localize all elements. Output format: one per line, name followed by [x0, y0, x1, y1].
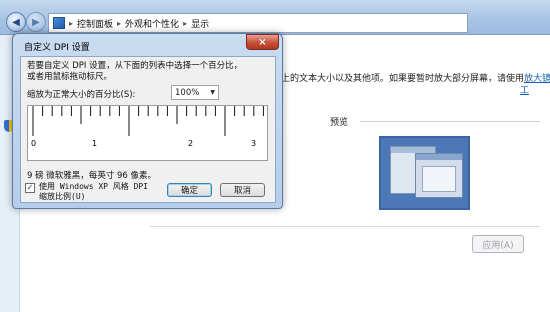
description-line-1: 若要自定义 DPI 设置，从下面的列表中选择一个百分比， — [27, 61, 243, 71]
chevron-down-icon: ▼ — [210, 89, 215, 96]
display-description: 上的文本大小以及其他项。如果要暂时放大部分屏幕，请使用放大镜 — [281, 71, 550, 84]
breadcrumb-separator-icon[interactable]: ▸ — [183, 19, 187, 28]
preview-divider — [360, 121, 540, 122]
ruler-number: 2 — [188, 139, 194, 148]
breadcrumb-display[interactable]: 显示 — [191, 17, 209, 30]
dialog-description: 若要自定义 DPI 设置，从下面的列表中选择一个百分比， 或者用鼠标拖动标尺。 — [27, 61, 257, 83]
custom-dpi-dialog: 自定义 DPI 设置 × 若要自定义 DPI 设置，从下面的列表中选择一个百分比… — [12, 33, 283, 209]
close-icon: × — [258, 36, 267, 48]
scale-percent-dropdown[interactable]: 100% ▼ — [171, 85, 219, 100]
preview-window-front — [415, 153, 463, 198]
ruler-number: 0 — [31, 139, 37, 148]
back-button[interactable]: ◀ — [6, 12, 26, 32]
scale-percent-value: 100% — [175, 87, 200, 98]
checkmark-icon: ✓ — [26, 183, 34, 192]
preview-label: 预览 — [330, 118, 349, 128]
explorer-toolbar: ◀ ▶ ▸ 控制面板 ▸ 外观和个性化 ▸ 显示 — [0, 0, 550, 35]
ruler-number: 1 — [92, 139, 98, 148]
ruler-number: 3 — [251, 139, 257, 148]
dpi-ruler[interactable]: 0 1 2 3 — [27, 105, 268, 161]
ok-button[interactable]: 确定 — [167, 183, 212, 197]
preview-image — [379, 136, 470, 210]
cancel-button[interactable]: 取消 — [220, 183, 265, 197]
dialog-footer: ✓ 使用 Windows XP 风格 DPI 缩放比例(U) 确定 取消 — [20, 180, 276, 206]
breadcrumb-separator-icon[interactable]: ▸ — [69, 19, 73, 28]
magnifier-link-tail[interactable]: 工 — [520, 83, 529, 96]
address-bar[interactable]: ▸ 控制面板 ▸ 外观和个性化 ▸ 显示 — [48, 13, 468, 33]
forward-arrow-icon: ▶ — [32, 16, 40, 28]
display-description-text: 上的文本大小以及其他项。如果要暂时放大部分屏幕，请使用 — [281, 74, 525, 84]
close-button[interactable]: × — [246, 34, 279, 50]
ruler-ticks — [32, 106, 264, 136]
control-panel-icon — [53, 17, 65, 29]
breadcrumb-control-panel[interactable]: 控制面板 — [77, 17, 113, 30]
scale-percent-label: 缩放为正常大小的百分比(S): — [27, 90, 136, 100]
forward-button[interactable]: ▶ — [26, 12, 46, 32]
xp-style-checkbox[interactable]: ✓ — [25, 183, 35, 193]
description-line-2: 或者用鼠标拖动标尺。 — [27, 72, 113, 82]
xp-style-checkbox-label[interactable]: 使用 Windows XP 风格 DPI 缩放比例(U) — [39, 182, 159, 202]
dialog-title: 自定义 DPI 设置 — [24, 43, 90, 53]
breadcrumb-appearance[interactable]: 外观和个性化 — [125, 17, 179, 30]
breadcrumb-separator-icon[interactable]: ▸ — [117, 19, 121, 28]
back-arrow-icon: ◀ — [12, 16, 20, 28]
apply-button[interactable]: 应用(A) — [472, 235, 524, 253]
footer-divider — [150, 226, 540, 227]
